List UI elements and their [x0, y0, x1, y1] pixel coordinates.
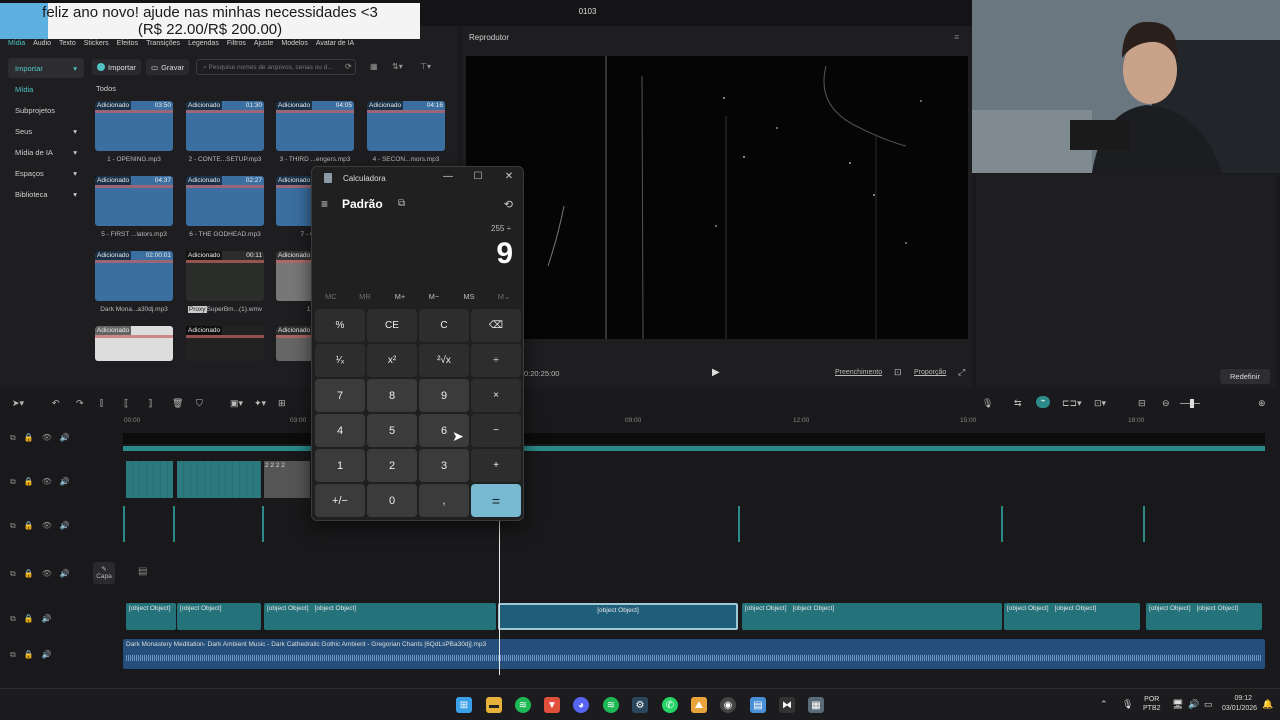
calc-key-1-1[interactable]: x² [367, 344, 417, 377]
language-label: POR [1144, 696, 1160, 703]
audio-clip-label: [object Object] [314, 605, 357, 612]
calc-key-3-3[interactable]: − [471, 414, 521, 447]
whatsapp-icon[interactable]: ✆ [662, 697, 678, 713]
audio-clip-label: [object Object] [180, 605, 222, 612]
donation-overlay: feliz ano novo! ajude nas minhas necessi… [0, 3, 420, 39]
donation-text: feliz ano novo! ajude nas minhas necessi… [42, 4, 378, 21]
minimize-icon[interactable]: — [440, 171, 456, 182]
calc-key-0-0[interactable]: % [315, 309, 365, 342]
calc-key-0-2[interactable]: C [419, 309, 469, 342]
audio-clip[interactable]: [object Object] [498, 603, 738, 630]
mouse-cursor-icon: ➤ [452, 428, 464, 444]
background-music-clip[interactable]: Dark Monastery Meditation- Dark Ambient … [123, 639, 1265, 669]
calculator-display: 9 [496, 237, 513, 270]
calc-key-1-0[interactable]: ¹⁄ₓ [315, 344, 365, 377]
notification-icon[interactable]: 🔔 [1262, 699, 1273, 710]
brave-icon[interactable]: ▼ [544, 697, 560, 713]
donation-amount: (R$ 22.00/R$ 200.00) [137, 21, 283, 38]
audio-clip-label: [object Object] [792, 605, 835, 612]
keyboard-layout-label: PTB2 [1143, 705, 1161, 712]
calc-key-3-0[interactable]: 4 [315, 414, 365, 447]
audio-clip-label: [object Object] [1007, 605, 1049, 612]
audio-clip-label: [object Object] [129, 605, 171, 612]
memory-button-3[interactable]: M− [423, 292, 445, 301]
network-icon[interactable]: 🖥 [1172, 699, 1183, 710]
calc-key-0-3[interactable]: ⌫ [471, 309, 521, 342]
calculator-expression: 255 ÷ [491, 224, 511, 233]
discord-icon[interactable]: ◕ [573, 697, 589, 713]
maximize-icon[interactable]: ☐ [470, 171, 486, 182]
file-explorer-icon[interactable]: ▬ [486, 697, 502, 713]
calc-key-2-3[interactable]: × [471, 379, 521, 412]
calc-key-5-0[interactable]: +/− [315, 484, 365, 517]
calculator-app-icon [324, 173, 332, 183]
calculator-mode: Padrão [342, 197, 383, 211]
mic-tray-icon[interactable]: 🎙 [1122, 699, 1133, 710]
battery-icon[interactable]: ▭ [1204, 699, 1213, 710]
calc-key-1-3[interactable]: ÷ [471, 344, 521, 377]
obs-icon[interactable]: ◉ [720, 697, 736, 713]
spotify-icon-2[interactable]: ≋ [603, 697, 619, 713]
memory-button-5[interactable]: M⌄ [493, 292, 515, 301]
audio-clip[interactable]: [object Object] [object Object] [1004, 603, 1140, 630]
audio-clip-label: [object Object] [745, 605, 787, 612]
capcut-icon[interactable]: ⧓ [779, 697, 795, 713]
memory-button-4[interactable]: MS [458, 292, 480, 301]
memory-button-1[interactable]: MR [354, 292, 376, 301]
audio-clip[interactable]: [object Object] [object Object] [1146, 603, 1262, 630]
calc-key-0-1[interactable]: CE [367, 309, 417, 342]
close-icon[interactable]: ✕ [501, 171, 517, 182]
clock-time: 09:12 [1234, 695, 1252, 702]
clock[interactable]: 09:12 03/01/2026 [1222, 694, 1257, 714]
calculator-taskbar-icon[interactable]: ▦ [808, 697, 824, 713]
calc-key-2-2[interactable]: 9 [419, 379, 469, 412]
volume-icon[interactable]: 🔊 [1188, 699, 1199, 710]
audio-clip-label: [object Object] [1054, 605, 1097, 612]
spotify-icon[interactable]: ≋ [515, 697, 531, 713]
audio-clip-label: [object Object] [267, 605, 309, 612]
audio-clip[interactable]: [object Object] [126, 603, 176, 630]
waveform [126, 655, 1262, 661]
app-icon[interactable]: ⛰ [691, 697, 707, 713]
tray-chevron-icon[interactable]: ⌃ [1100, 699, 1108, 710]
calc-key-5-3[interactable]: = [471, 484, 521, 517]
calculator-window: Calculadora — ☐ ✕ ≡ Padrão ⧉ ⟲ 255 ÷ 9 M… [311, 166, 524, 521]
audio-clip-label: [object Object] [1196, 605, 1239, 612]
calc-key-4-0[interactable]: 1 [315, 449, 365, 482]
calc-key-5-1[interactable]: 0 [367, 484, 417, 517]
calc-key-4-2[interactable]: 3 [419, 449, 469, 482]
audio-clip-row: [object Object] [object Object] [object Ob… [0, 0, 1280, 688]
calc-key-4-1[interactable]: 2 [367, 449, 417, 482]
clock-date: 03/01/2026 [1222, 705, 1258, 712]
calc-key-5-2[interactable]: , [419, 484, 469, 517]
memory-button-0[interactable]: MC [320, 292, 342, 301]
calculator-title: Calculadora [343, 174, 386, 183]
calc-key-2-0[interactable]: 7 [315, 379, 365, 412]
language-indicator[interactable]: POR PTB2 [1143, 695, 1161, 713]
audio-clip[interactable]: [object Object] [object Object] [264, 603, 496, 630]
menu-icon[interactable]: ≡ [321, 197, 328, 211]
windows-start-icon[interactable]: ⊞ [456, 697, 472, 713]
calc-key-3-1[interactable]: 5 [367, 414, 417, 447]
history-icon[interactable]: ⟲ [504, 198, 513, 211]
calc-key-4-3[interactable]: + [471, 449, 521, 482]
calc-key-2-1[interactable]: 8 [367, 379, 417, 412]
keep-on-top-icon[interactable]: ⧉ [398, 198, 405, 209]
playhead[interactable] [499, 517, 500, 675]
audio-clip-label: [object Object] [1149, 605, 1191, 612]
steam-icon[interactable]: ⚙ [632, 697, 648, 713]
calc-key-1-2[interactable]: ²√x [419, 344, 469, 377]
memory-button-2[interactable]: M+ [389, 292, 411, 301]
audio-clip[interactable]: [object Object] [object Object] [742, 603, 1002, 630]
notepad-icon[interactable]: ▤ [750, 697, 766, 713]
background-music-label: Dark Monastery Meditation- Dark Ambient … [126, 641, 487, 648]
audio-clip[interactable]: [object Object] [177, 603, 261, 630]
audio-clip-label: [object Object] [597, 607, 639, 614]
